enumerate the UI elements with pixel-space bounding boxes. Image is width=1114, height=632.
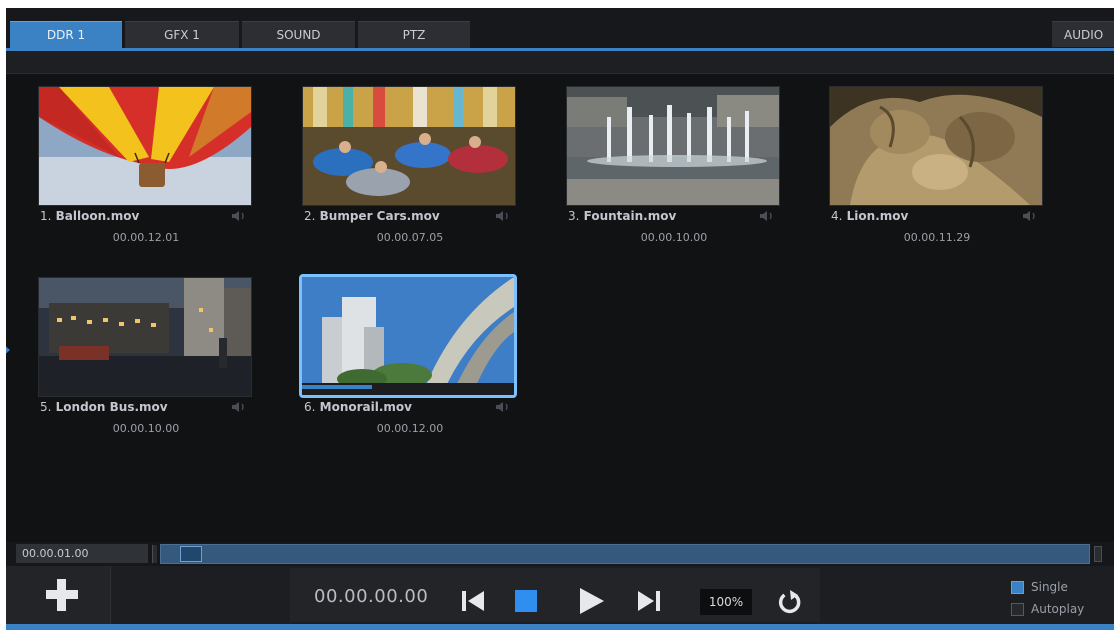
clip-name: 3. Fountain.mov (568, 209, 676, 223)
clip-thumbnail (302, 86, 516, 206)
clip-name: 1. Balloon.mov (40, 209, 139, 223)
scrub-track[interactable] (160, 544, 1090, 564)
bottom-accent-line (6, 624, 1114, 630)
zoom-level[interactable]: 100% (700, 589, 752, 615)
clip-duration: 00.00.10.00 (640, 231, 708, 244)
clip-item-selected[interactable]: 6. Monorail.mov 00.00.12.00 (299, 274, 518, 447)
ddr-window: DDR 1 GFX 1 SOUND PTZ AUDIO 1. Balloon.m… (6, 8, 1114, 630)
clip-duration: 00.00.10.00 (112, 422, 180, 435)
bumper-cars-thumbnail-image (303, 87, 515, 205)
loop-icon[interactable] (776, 588, 804, 616)
clip-item[interactable]: 4. Lion.mov 00.00.11.29 (829, 86, 1045, 256)
speaker-icon[interactable] (494, 209, 512, 223)
clip-progress-bar (302, 385, 372, 389)
scrub-handle[interactable] (180, 546, 202, 562)
skip-to-end-icon[interactable] (636, 588, 662, 614)
play-icon[interactable] (576, 586, 606, 616)
clip-name: 2. Bumper Cars.mov (304, 209, 440, 223)
speaker-icon[interactable] (230, 209, 248, 223)
clip-filename: London Bus.mov (55, 400, 168, 414)
clip-duration: 00.00.12.00 (376, 422, 444, 435)
tab-gfx-1[interactable]: GFX 1 (125, 21, 239, 48)
scrub-end-marker (1094, 546, 1102, 562)
clip-index: 4. (831, 209, 843, 223)
stop-icon[interactable] (514, 589, 538, 613)
clip-index: 1. (40, 209, 52, 223)
collapse-arrow-icon[interactable] (6, 343, 10, 357)
clip-name: 6. Monorail.mov (304, 400, 412, 414)
scrub-bar-row: 00.00.01.00 (6, 542, 1114, 566)
timecode-display: 00.00.00.00 (314, 586, 429, 607)
clip-index: 2. (304, 209, 316, 223)
clip-duration: 00.00.11.29 (903, 231, 971, 244)
clip-index: 6. (304, 400, 316, 414)
clip-item[interactable]: 5. London Bus.mov 00.00.10.00 (38, 277, 254, 447)
clip-index: 5. (40, 400, 52, 414)
tab-bar: DDR 1 GFX 1 SOUND PTZ AUDIO (6, 8, 1114, 51)
tab-ddr-1[interactable]: DDR 1 (10, 21, 122, 48)
clip-item[interactable]: 1. Balloon.mov 00.00.12.01 (38, 86, 254, 256)
speaker-icon[interactable] (758, 209, 776, 223)
clip-filename: Bumper Cars.mov (319, 209, 440, 223)
clip-duration: 00.00.07.05 (376, 231, 444, 244)
night-street-thumbnail-image (39, 278, 251, 396)
transport-bar: 00.00.00.00 100% Single Autoplay (6, 566, 1114, 624)
clip-filename: Lion.mov (846, 209, 909, 223)
current-time-field[interactable]: 00.00.01.00 (16, 544, 148, 563)
tab-ptz[interactable]: PTZ (358, 21, 470, 48)
monorail-thumbnail-image (302, 277, 514, 395)
clip-item[interactable]: 2. Bumper Cars.mov 00.00.07.05 (302, 86, 518, 256)
clip-name: 4. Lion.mov (831, 209, 908, 223)
tab-sound[interactable]: SOUND (242, 21, 355, 48)
autoplay-checkbox-box[interactable] (1011, 603, 1024, 616)
clip-filename: Fountain.mov (583, 209, 677, 223)
skip-to-start-icon[interactable] (460, 588, 486, 614)
clip-thumbnail (566, 86, 780, 206)
toolbar-strip (6, 51, 1114, 74)
clip-thumbnail (38, 277, 252, 397)
single-label: Single (1031, 580, 1068, 594)
clip-thumbnail (299, 274, 517, 398)
divider (152, 545, 157, 563)
clip-filename: Balloon.mov (55, 209, 140, 223)
speaker-icon[interactable] (230, 400, 248, 414)
single-checkbox-box[interactable] (1011, 581, 1024, 594)
speaker-icon[interactable] (1021, 209, 1039, 223)
clip-item[interactable]: 3. Fountain.mov 00.00.10.00 (566, 86, 782, 256)
plus-icon (46, 579, 78, 611)
clip-thumbnail (829, 86, 1043, 206)
speaker-icon[interactable] (494, 400, 512, 414)
fountain-thumbnail-image (567, 87, 779, 205)
clip-index: 3. (568, 209, 580, 223)
clip-filename: Monorail.mov (319, 400, 412, 414)
add-media-button[interactable] (6, 566, 111, 624)
clip-name: 5. London Bus.mov (40, 400, 168, 414)
clip-grid: 1. Balloon.mov 00.00.12.01 2. Bumper Car… (6, 74, 1114, 540)
autoplay-label: Autoplay (1031, 602, 1085, 616)
clip-duration: 00.00.12.01 (112, 231, 180, 244)
tab-audio[interactable]: AUDIO (1052, 21, 1114, 47)
clip-thumbnail (38, 86, 252, 206)
lion-thumbnail-image (830, 87, 1042, 205)
balloon-thumbnail-image (39, 87, 251, 205)
